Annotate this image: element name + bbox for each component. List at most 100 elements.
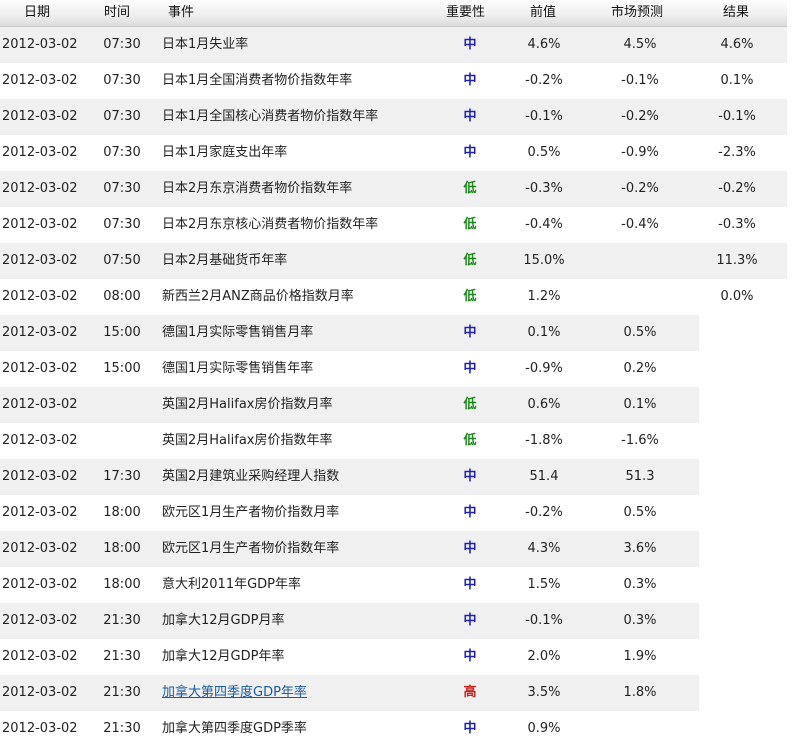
time-cell: 21:30 xyxy=(103,613,141,628)
importance-badge: 中 xyxy=(463,505,477,520)
event-cell: 德国1月实际零售销售年率 xyxy=(162,361,314,376)
date-cell: 2012-03-02 xyxy=(2,649,78,664)
date-cell: 2012-03-02 xyxy=(2,289,78,304)
result-cell xyxy=(703,711,771,747)
table-row: 2012-03-02 07:50 日本2月基础货币年率 低 15.0% 11.3% xyxy=(0,243,787,279)
header-time: 时间 xyxy=(104,5,131,20)
forecast-cell: -0.4% xyxy=(621,217,659,232)
previous-cell: -0.1% xyxy=(525,613,563,628)
previous-cell: 2.0% xyxy=(527,649,561,664)
previous-cell: 0.1% xyxy=(527,325,561,340)
importance-badge: 高 xyxy=(463,685,477,700)
event-cell: 英国2月建筑业采购经理人指数 xyxy=(162,469,340,484)
time-cell: 07:50 xyxy=(103,253,141,268)
forecast-cell: 0.5% xyxy=(623,505,657,520)
table-row: 2012-03-02 英国2月Halifax房价指数月率 低 0.6% 0.1% xyxy=(0,387,787,423)
previous-cell: 1.5% xyxy=(527,577,561,592)
result-cell: -0.2% xyxy=(718,181,756,196)
time-cell: 15:00 xyxy=(103,325,141,340)
table-row: 2012-03-02 07:30 日本1月家庭支出年率 中 0.5% -0.9% -2.3% xyxy=(0,135,787,171)
previous-cell: 4.3% xyxy=(527,541,561,556)
result-cell: 4.6% xyxy=(720,37,754,52)
date-cell: 2012-03-02 xyxy=(2,397,78,412)
date-cell: 2012-03-02 xyxy=(2,181,78,196)
event-cell: 加拿大第四季度GDP年率 xyxy=(162,675,307,711)
date-cell: 2012-03-02 xyxy=(2,361,78,376)
time-cell: 07:30 xyxy=(103,109,141,124)
result-cell: -0.1% xyxy=(718,109,756,124)
event-cell: 日本1月失业率 xyxy=(162,37,249,52)
event-cell: 欧元区1月生产者物价指数月率 xyxy=(162,505,340,520)
date-cell: 2012-03-02 xyxy=(2,217,78,232)
forecast-cell: 0.1% xyxy=(623,397,657,412)
previous-cell: -0.3% xyxy=(525,181,563,196)
table-row: 2012-03-02 07:30 日本2月东京核心消费者物价指数年率 低 -0.4% -0… xyxy=(0,207,787,243)
importance-badge: 中 xyxy=(463,649,477,664)
event-cell: 德国1月实际零售销售月率 xyxy=(162,325,314,340)
previous-cell: 0.6% xyxy=(527,397,561,412)
table-row: 2012-03-02 15:00 德国1月实际零售销售月率 中 0.1% 0.5% xyxy=(0,315,787,351)
previous-cell: -0.1% xyxy=(525,109,563,124)
importance-badge: 低 xyxy=(463,217,477,232)
result-cell xyxy=(703,675,771,711)
table-row: 2012-03-02 18:00 意大利2011年GDP年率 中 1.5% 0.3% xyxy=(0,567,787,603)
event-cell: 日本1月全国核心消费者物价指数年率 xyxy=(162,109,379,124)
forecast-cell xyxy=(606,243,674,279)
time-cell: 18:00 xyxy=(103,541,141,556)
forecast-cell: 4.5% xyxy=(623,37,657,52)
time-cell: 07:30 xyxy=(103,145,141,160)
forecast-cell: 0.3% xyxy=(623,613,657,628)
header-date: 日期 xyxy=(24,5,51,20)
result-cell: 0.1% xyxy=(720,73,754,88)
date-cell: 2012-03-02 xyxy=(2,685,78,700)
economic-calendar: 日期 时间 事件 重要性 前值 市场预测 结果 2012-03-02 07:30 日… xyxy=(0,0,795,753)
time-cell: 07:30 xyxy=(103,37,141,52)
importance-badge: 中 xyxy=(463,109,477,124)
importance-badge: 中 xyxy=(463,721,477,736)
header-event: 事件 xyxy=(168,5,195,20)
result-cell xyxy=(703,495,771,531)
previous-cell: -1.8% xyxy=(525,433,563,448)
importance-badge: 低 xyxy=(463,289,477,304)
result-cell xyxy=(703,459,771,495)
date-cell: 2012-03-02 xyxy=(2,37,78,52)
event-cell: 日本1月全国消费者物价指数年率 xyxy=(162,73,353,88)
event-link[interactable]: 加拿大第四季度GDP年率 xyxy=(162,685,307,700)
result-cell xyxy=(703,315,771,351)
previous-cell: 0.5% xyxy=(527,145,561,160)
previous-cell: -0.2% xyxy=(525,505,563,520)
event-cell: 加拿大12月GDP年率 xyxy=(162,649,285,664)
result-cell: 0.0% xyxy=(720,289,754,304)
time-cell: 18:00 xyxy=(103,505,141,520)
time-cell: 07:30 xyxy=(103,73,141,88)
previous-cell: -0.4% xyxy=(525,217,563,232)
previous-cell: 51.4 xyxy=(529,469,559,484)
date-cell: 2012-03-02 xyxy=(2,109,78,124)
forecast-cell xyxy=(606,711,674,747)
forecast-cell: 3.6% xyxy=(623,541,657,556)
header-result: 结果 xyxy=(723,5,750,20)
importance-badge: 低 xyxy=(463,253,477,268)
importance-badge: 中 xyxy=(463,325,477,340)
time-cell: 18:00 xyxy=(103,577,141,592)
date-cell: 2012-03-02 xyxy=(2,469,78,484)
forecast-cell xyxy=(606,279,674,315)
date-cell: 2012-03-02 xyxy=(2,73,78,88)
importance-badge: 低 xyxy=(463,181,477,196)
date-cell: 2012-03-02 xyxy=(2,433,78,448)
table-row: 2012-03-02 21:30 加拿大第四季度GDP年率 高 3.5% 1.8% xyxy=(0,675,787,711)
event-cell: 日本1月家庭支出年率 xyxy=(162,145,288,160)
result-cell: 11.3% xyxy=(716,253,758,268)
previous-cell: -0.9% xyxy=(525,361,563,376)
importance-badge: 中 xyxy=(463,577,477,592)
importance-badge: 中 xyxy=(463,541,477,556)
time-cell: 07:30 xyxy=(103,181,141,196)
time-cell: 21:30 xyxy=(103,685,141,700)
importance-badge: 中 xyxy=(463,37,477,52)
result-cell xyxy=(703,603,771,639)
header-forecast: 市场预测 xyxy=(611,5,664,20)
importance-badge: 中 xyxy=(463,73,477,88)
table-row: 2012-03-02 21:30 加拿大第四季度GDP季率 中 0.9% xyxy=(0,711,787,747)
time-cell: 07:30 xyxy=(103,217,141,232)
forecast-cell: 0.3% xyxy=(623,577,657,592)
